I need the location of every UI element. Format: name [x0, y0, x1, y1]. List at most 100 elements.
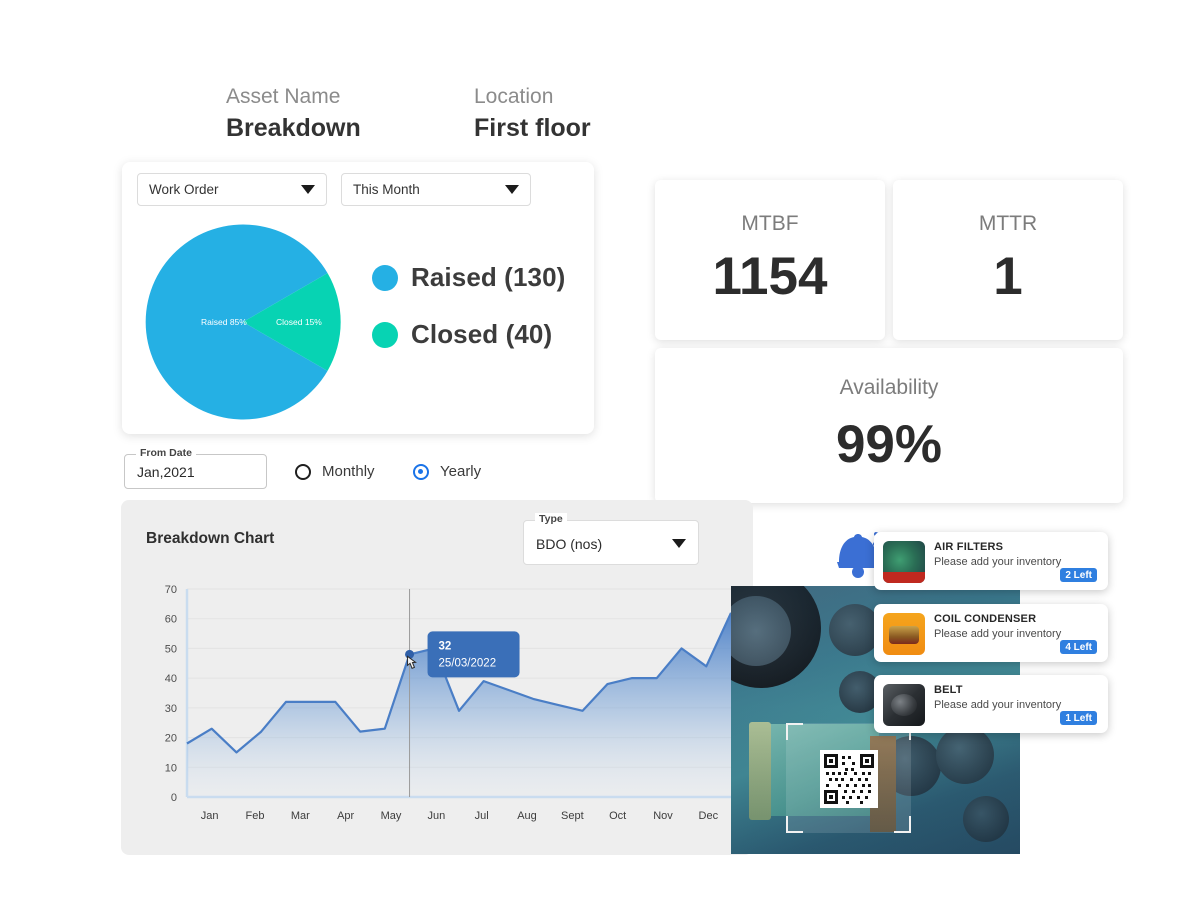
- legend-item-closed: Closed (40): [372, 319, 565, 350]
- breakdown-area-chart: 0 10 20 30 40 50 60 70 Jan Feb Mar Apr May Jun Jul Aug…: [139, 584, 737, 833]
- notification-title: COIL CONDENSER: [934, 613, 1037, 625]
- from-date-input[interactable]: Jan,2021: [137, 464, 195, 480]
- chart-x-axis-labels: Jan Feb Mar Apr May Jun Jul Aug Sept Oct Nov Dec: [201, 810, 719, 822]
- coil-condenser-image: [889, 626, 919, 644]
- svg-text:Dec: Dec: [699, 810, 719, 822]
- kpi-value-availability: 99%: [835, 415, 943, 474]
- svg-text:Jun: Jun: [427, 810, 445, 822]
- notification-body: AIR FILTERS Please add your inventory 2 …: [934, 541, 1097, 582]
- chart-tooltip-value: 32: [439, 640, 452, 652]
- breakdown-chart-svg: 0 10 20 30 40 50 60 70 Jan Feb Mar Apr May Jun Jul Aug…: [165, 584, 732, 822]
- qr-code-icon: [820, 750, 878, 808]
- from-date-legend: From Date: [136, 447, 196, 459]
- notification-badge: 2 Left: [1060, 568, 1097, 582]
- svg-text:Nov: Nov: [653, 810, 673, 822]
- svg-text:20: 20: [165, 733, 177, 745]
- notification-body: COIL CONDENSER Please add your inventory…: [934, 613, 1097, 654]
- svg-text:70: 70: [165, 585, 177, 596]
- legend-color-swatch-raised: [372, 264, 398, 291]
- qr-corner-bottom-left: [786, 816, 803, 833]
- svg-text:Mar: Mar: [291, 810, 310, 822]
- notification-message: Please add your inventory: [934, 556, 1062, 568]
- svg-text:Sept: Sept: [561, 810, 584, 822]
- svg-text:Apr: Apr: [337, 810, 354, 822]
- svg-text:Jul: Jul: [475, 810, 489, 822]
- work-order-period-value: This Month: [353, 182, 420, 197]
- qr-corner-top-left: [786, 723, 803, 740]
- svg-text:60: 60: [165, 614, 177, 626]
- chart-type-legend: Type: [535, 513, 567, 525]
- svg-text:May: May: [381, 810, 402, 822]
- kpi-card-mttr: MTTR 1: [893, 180, 1123, 340]
- pie-slice-label-raised: Raised 85%: [201, 317, 247, 327]
- notification-badge: 4 Left: [1060, 640, 1097, 654]
- svg-text:Feb: Feb: [246, 810, 265, 822]
- svg-text:40: 40: [165, 673, 177, 685]
- radio-yearly[interactable]: Yearly: [413, 463, 481, 480]
- svg-text:0: 0: [171, 792, 177, 804]
- notification-message: Please add your inventory: [934, 628, 1062, 640]
- kpi-card-availability: Availability 99%: [655, 348, 1123, 503]
- notification-title: BELT: [934, 684, 963, 696]
- coil-condenser-thumbnail: [883, 613, 925, 655]
- asset-name-label: Asset Name: [226, 85, 341, 108]
- pie-slice-label-closed: Closed 15%: [276, 317, 322, 327]
- notification-card[interactable]: BELT Please add your inventory 1 Left: [874, 675, 1108, 733]
- notification-body: BELT Please add your inventory 1 Left: [934, 684, 1097, 725]
- kpi-value-mtbf: 1154: [712, 247, 828, 306]
- radio-yearly-indicator[interactable]: [413, 463, 429, 480]
- kpi-label-availability: Availability: [839, 376, 939, 399]
- chevron-down-icon: [301, 185, 315, 194]
- svg-text:30: 30: [165, 703, 177, 715]
- notification-title: AIR FILTERS: [934, 541, 1004, 553]
- breakdown-chart-panel: Breakdown Chart Type BDO (nos) 0 10 20 30 40…: [121, 500, 753, 855]
- svg-text:Jan: Jan: [201, 810, 219, 822]
- kpi-label-mtbf: MTBF: [741, 212, 799, 235]
- radio-monthly-indicator[interactable]: [295, 463, 311, 480]
- chart-type-select[interactable]: Type BDO (nos): [523, 513, 699, 565]
- belt-image: [891, 694, 917, 716]
- belt-thumbnail: [883, 684, 925, 726]
- legend-item-raised: Raised (130): [372, 262, 565, 293]
- legend-color-swatch-closed: [372, 321, 398, 348]
- chart-tooltip-box: [427, 631, 520, 678]
- kpi-label-mttr: MTTR: [978, 212, 1038, 235]
- legend-label-closed: Closed (40): [411, 319, 553, 349]
- location-value: First floor: [474, 114, 591, 142]
- qr-code-svg: [824, 754, 874, 804]
- chart-type-value: BDO (nos): [536, 536, 603, 552]
- from-date-field[interactable]: From Date Jan,2021: [124, 447, 267, 489]
- kpi-value-mttr: 1: [993, 247, 1023, 306]
- work-order-period-select[interactable]: This Month: [341, 173, 531, 206]
- breakdown-chart-title: Breakdown Chart: [146, 530, 275, 547]
- chevron-down-icon: [505, 185, 519, 194]
- location-label: Location: [474, 85, 554, 108]
- kpi-card-mtbf: MTBF 1154: [655, 180, 885, 340]
- work-order-type-select[interactable]: Work Order: [137, 173, 327, 206]
- svg-text:Aug: Aug: [517, 810, 537, 822]
- notification-card[interactable]: AIR FILTERS Please add your inventory 2 …: [874, 532, 1108, 590]
- notification-message: Please add your inventory: [934, 699, 1062, 711]
- svg-text:Oct: Oct: [609, 810, 626, 822]
- qr-scan-overlay: [786, 723, 911, 833]
- notification-card[interactable]: COIL CONDENSER Please add your inventory…: [874, 604, 1108, 662]
- radio-monthly-label: Monthly: [322, 463, 375, 480]
- qr-corner-bottom-right: [894, 816, 911, 833]
- pie-svg: Raised 85% Closed 15%: [145, 224, 341, 420]
- air-filter-thumbnail: [883, 541, 925, 583]
- radio-monthly[interactable]: Monthly: [295, 463, 375, 480]
- notification-badge: 1 Left: [1060, 711, 1097, 725]
- chart-tooltip-date: 25/03/2022: [439, 657, 497, 669]
- radio-yearly-label: Yearly: [440, 463, 482, 480]
- chart-y-axis-labels: 0 10 20 30 40 50 60 70: [165, 584, 177, 804]
- legend-label-raised: Raised (130): [411, 262, 566, 292]
- asset-name-value: Breakdown: [226, 114, 361, 142]
- work-order-pie-card: Work Order This Month Raised 85% Closed …: [122, 162, 594, 434]
- chevron-down-icon: [672, 539, 686, 548]
- svg-text:10: 10: [165, 762, 177, 774]
- svg-text:50: 50: [165, 643, 177, 655]
- pie-legend: Raised (130) Closed (40): [372, 262, 565, 376]
- chart-tooltip: 32 25/03/2022: [427, 631, 520, 678]
- work-order-type-value: Work Order: [149, 182, 219, 197]
- work-order-pie-chart: Raised 85% Closed 15%: [143, 222, 343, 422]
